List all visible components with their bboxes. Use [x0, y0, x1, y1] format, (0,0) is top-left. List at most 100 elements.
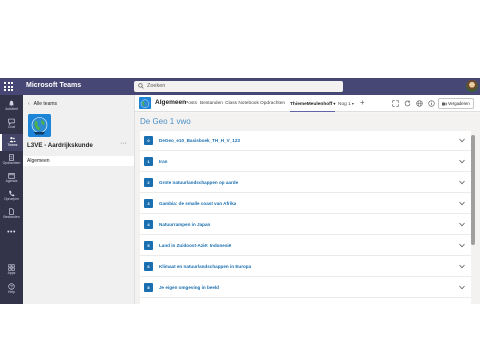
chevron-down-icon[interactable] — [459, 138, 465, 143]
tab-posts[interactable]: Posts — [185, 95, 197, 112]
rail-item-calls[interactable]: Oproepen — [0, 188, 23, 205]
rail-label: Opdrachten — [2, 161, 21, 165]
app-launcher-icon[interactable] — [4, 82, 13, 91]
tab-bestanden[interactable]: Bestanden — [200, 95, 223, 112]
section-number: 1 — [144, 157, 153, 166]
section-item[interactable]: 1 Iran — [140, 152, 471, 172]
rail-label: Apps — [7, 271, 16, 275]
team-more-options-icon[interactable]: ··· — [120, 140, 127, 148]
section-label: DeGeo_e10_Basisboek_TH_H_V_123 — [159, 138, 240, 143]
search-placeholder: Zoeken — [147, 83, 166, 89]
rail-label: Bestanden — [3, 215, 20, 219]
search-input[interactable]: Zoeken — [134, 81, 343, 92]
tab-class-notebook[interactable]: Class Notebook — [225, 95, 259, 112]
tab-thiememeulenhoff[interactable]: ThiemeMeulenhoff▾ — [290, 95, 336, 112]
section-item[interactable]: 4 Natuurrampen in Japan — [140, 215, 471, 235]
add-tab-icon[interactable]: + — [360, 98, 365, 108]
section-label: Grote natuurlandschappen op aarde — [159, 180, 239, 185]
search-icon — [138, 83, 144, 89]
scrollbar-thumb[interactable] — [471, 135, 475, 245]
channel-item-algemeen[interactable]: Algemeen — [23, 156, 134, 166]
section-number: 4 — [144, 220, 153, 229]
more-apps-icon[interactable]: ••• — [0, 229, 23, 236]
chevron-down-icon[interactable] — [459, 264, 465, 269]
chevron-left-icon: ‹ — [28, 101, 30, 107]
channel-header: Algemeen Posts Bestanden Class Notebook … — [135, 95, 480, 112]
rail-item-activity[interactable]: Activiteit — [0, 98, 23, 115]
refresh-icon[interactable] — [404, 100, 411, 107]
meet-button[interactable]: Vergaderen — [438, 98, 474, 109]
channel-label: Algemeen — [27, 158, 50, 164]
section-number: 8 — [144, 283, 153, 292]
rail-label: Chat — [7, 125, 16, 129]
chevron-down-icon[interactable] — [459, 201, 465, 206]
video-camera-icon — [442, 102, 447, 106]
scrollbar[interactable] — [471, 131, 475, 304]
bell-icon — [9, 100, 14, 107]
rail-item-help[interactable]: Help — [0, 281, 23, 298]
phone-icon — [9, 190, 15, 197]
chevron-down-icon[interactable] — [459, 159, 465, 164]
section-item[interactable]: 6 Klimaat en natuurlandschappen in Europ… — [140, 257, 471, 277]
team-logo-small — [139, 97, 151, 109]
back-to-all-teams-link[interactable]: ‹ Alle teams — [28, 101, 57, 108]
tab-label: ThiemeMeulenhoff — [290, 102, 333, 107]
tab-more[interactable]: Nog 1▾ — [338, 95, 354, 112]
rail-item-teams[interactable]: Teams — [0, 134, 23, 151]
avatar[interactable] — [466, 80, 478, 92]
team-panel: ‹ Alle teams L3VE - Aardrijkskunde ··· Al… — [23, 95, 135, 304]
back-label: Alle teams — [33, 101, 58, 107]
title-bar: Microsoft Teams Zoeken — [0, 78, 480, 95]
section-number: 5 — [144, 241, 153, 250]
meet-label: Vergaderen — [448, 101, 470, 106]
rail-label: Activiteit — [5, 107, 18, 111]
expand-icon[interactable] — [392, 100, 399, 107]
teams-icon — [9, 136, 16, 143]
assignments-icon — [9, 154, 14, 161]
section-label: Je eigen omgeving in beeld — [159, 285, 219, 290]
rail-item-chat[interactable]: Chat — [0, 116, 23, 133]
section-item[interactable]: 8 Je eigen omgeving in beeld — [140, 278, 471, 298]
chevron-down-icon: ▾ — [333, 101, 336, 106]
tab-opdrachten[interactable]: Opdrachten — [260, 95, 285, 112]
team-logo — [28, 114, 51, 137]
section-item[interactable]: 0 DeGeo_e10_Basisboek_TH_H_V_123 — [140, 131, 471, 151]
globe-icon — [139, 98, 151, 109]
chevron-down-icon[interactable] — [459, 180, 465, 185]
info-icon[interactable] — [428, 100, 435, 107]
globe-icon — [28, 114, 51, 137]
section-label: Klimaat en natuurlandschappen in Europa — [159, 264, 252, 269]
files-icon — [9, 208, 14, 215]
notebook-content: De Geo 1 vwo 0 DeGeo_e10_Basisboek_TH_H_… — [135, 113, 480, 304]
section-number: 6 — [144, 262, 153, 271]
rail-item-calendar[interactable]: Agenda — [0, 170, 23, 187]
section-label: Natuurrampen in Japan — [159, 222, 211, 227]
chevron-down-icon[interactable] — [459, 243, 465, 248]
section-label: Gambia: de smalle coast van Afrika — [159, 201, 237, 206]
rail-label: Agenda — [5, 179, 18, 183]
notebook-title: De Geo 1 vwo — [140, 117, 191, 126]
section-item[interactable]: 2 Grote natuurlandschappen op aarde — [140, 173, 471, 193]
chevron-down-icon[interactable] — [459, 222, 465, 227]
teams-window: Microsoft Teams Zoeken Activiteit Chat T… — [0, 78, 480, 304]
calendar-icon — [8, 173, 15, 179]
app-title: Microsoft Teams — [26, 82, 82, 89]
help-icon — [8, 283, 15, 290]
rail-label: Oproepen — [3, 197, 20, 201]
globe-icon[interactable] — [416, 100, 423, 107]
section-number: 3 — [144, 199, 153, 208]
tab-label: Nog 1 — [338, 102, 351, 107]
chevron-down-icon[interactable] — [459, 285, 465, 290]
section-label: Iran — [159, 159, 168, 164]
section-item[interactable]: 5 Land in Zuidoost-Azië: Indonesië — [140, 236, 471, 256]
section-item[interactable]: 3 Gambia: de smalle coast van Afrika — [140, 194, 471, 214]
chat-icon — [8, 118, 15, 125]
apps-icon — [8, 264, 15, 271]
chevron-down-icon: ▾ — [351, 101, 354, 106]
section-list: 0 DeGeo_e10_Basisboek_TH_H_V_123 1 Iran … — [140, 131, 471, 304]
rail-item-apps[interactable]: Apps — [0, 262, 23, 279]
app-rail: Activiteit Chat Teams Opdrachten Agenda … — [0, 95, 23, 304]
rail-item-files[interactable]: Bestanden — [0, 206, 23, 223]
rail-item-assignments[interactable]: Opdrachten — [0, 152, 23, 169]
section-number: 2 — [144, 178, 153, 187]
